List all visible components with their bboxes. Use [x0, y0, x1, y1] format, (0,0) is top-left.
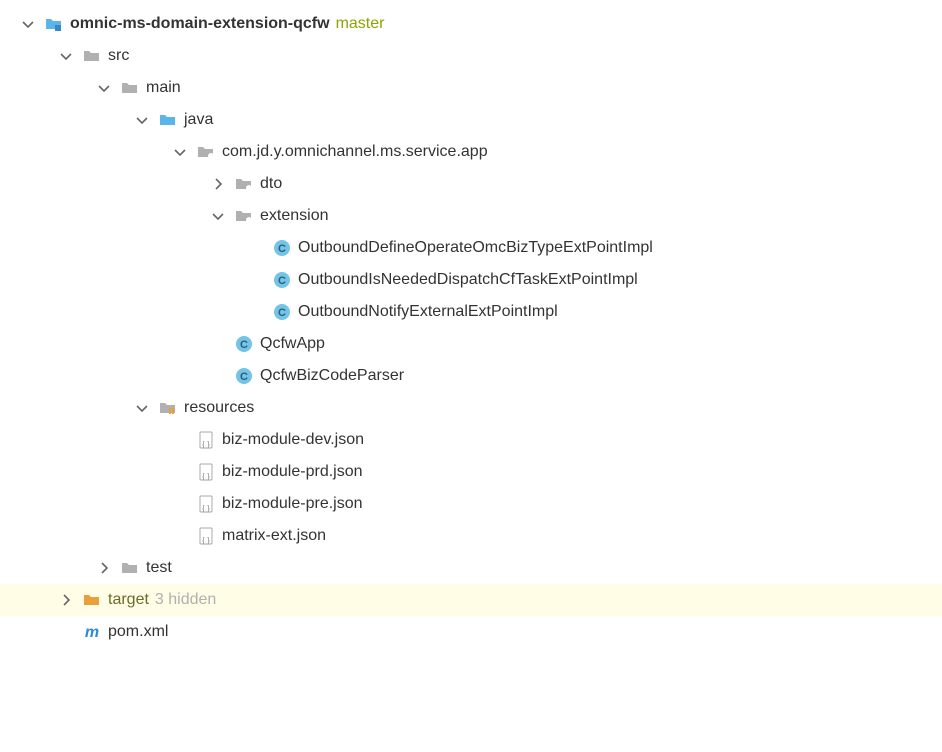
- tree-item-class[interactable]: OutboundDefineOperateOmcBizTypeExtPointI…: [0, 232, 942, 264]
- tree-item-class[interactable]: OutboundNotifyExternalExtPointImpl: [0, 296, 942, 328]
- tree-item-file[interactable]: biz-module-dev.json: [0, 424, 942, 456]
- tree-item-resources[interactable]: resources: [0, 392, 942, 424]
- tree-item-target[interactable]: target 3 hidden: [0, 584, 942, 616]
- class-label: OutboundDefineOperateOmcBizTypeExtPointI…: [298, 239, 653, 257]
- chevron-down-icon[interactable]: [18, 14, 38, 34]
- folder-label: java: [184, 111, 213, 129]
- class-label: OutboundIsNeededDispatchCfTaskExtPointIm…: [298, 271, 638, 289]
- folder-label: src: [108, 47, 129, 65]
- json-file-icon: [196, 430, 216, 450]
- tree-item-class[interactable]: QcfwApp: [0, 328, 942, 360]
- class-label: OutboundNotifyExternalExtPointImpl: [298, 303, 558, 321]
- folder-label: main: [146, 79, 181, 97]
- package-label: com.jd.y.omnichannel.ms.service.app: [222, 143, 488, 161]
- json-file-icon: [196, 494, 216, 514]
- hidden-count: 3 hidden: [155, 591, 216, 609]
- tree-item-package[interactable]: com.jd.y.omnichannel.ms.service.app: [0, 136, 942, 168]
- tree-item-src[interactable]: src: [0, 40, 942, 72]
- class-icon: [272, 270, 292, 290]
- folder-label: resources: [184, 399, 254, 417]
- file-label: biz-module-prd.json: [222, 463, 363, 481]
- class-icon: [234, 366, 254, 386]
- tree-item-dto[interactable]: dto: [0, 168, 942, 200]
- vcs-branch: master: [336, 15, 385, 33]
- tree-item-pom[interactable]: pom.xml: [0, 616, 942, 648]
- chevron-right-icon[interactable]: [56, 590, 76, 610]
- project-tree: omnic-ms-domain-extension-qcfw master sr…: [0, 0, 942, 656]
- tree-item-file[interactable]: biz-module-prd.json: [0, 456, 942, 488]
- class-label: QcfwBizCodeParser: [260, 367, 404, 385]
- chevron-down-icon[interactable]: [208, 206, 228, 226]
- package-icon: [196, 142, 216, 162]
- tree-item-root[interactable]: omnic-ms-domain-extension-qcfw master: [0, 8, 942, 40]
- tree-item-java[interactable]: java: [0, 104, 942, 136]
- tree-item-main[interactable]: main: [0, 72, 942, 104]
- file-label: pom.xml: [108, 623, 168, 641]
- folder-icon: [82, 46, 102, 66]
- class-icon: [272, 238, 292, 258]
- tree-item-file[interactable]: biz-module-pre.json: [0, 488, 942, 520]
- class-label: QcfwApp: [260, 335, 325, 353]
- tree-item-class[interactable]: OutboundIsNeededDispatchCfTaskExtPointIm…: [0, 264, 942, 296]
- package-icon: [234, 174, 254, 194]
- file-label: biz-module-dev.json: [222, 431, 364, 449]
- folder-label: target: [108, 591, 149, 609]
- folder-icon: [120, 78, 140, 98]
- chevron-down-icon[interactable]: [170, 142, 190, 162]
- folder-label: test: [146, 559, 172, 577]
- folder-icon: [120, 558, 140, 578]
- chevron-right-icon[interactable]: [94, 558, 114, 578]
- class-icon: [234, 334, 254, 354]
- file-label: biz-module-pre.json: [222, 495, 363, 513]
- json-file-icon: [196, 462, 216, 482]
- chevron-down-icon[interactable]: [132, 398, 152, 418]
- chevron-right-icon[interactable]: [208, 174, 228, 194]
- tree-item-file[interactable]: matrix-ext.json: [0, 520, 942, 552]
- tree-item-class[interactable]: QcfwBizCodeParser: [0, 360, 942, 392]
- package-label: extension: [260, 207, 329, 225]
- chevron-down-icon[interactable]: [132, 110, 152, 130]
- maven-icon: [82, 622, 102, 642]
- package-icon: [234, 206, 254, 226]
- class-icon: [272, 302, 292, 322]
- project-name: omnic-ms-domain-extension-qcfw: [70, 15, 330, 33]
- package-label: dto: [260, 175, 282, 193]
- chevron-down-icon[interactable]: [94, 78, 114, 98]
- file-label: matrix-ext.json: [222, 527, 326, 545]
- tree-item-extension[interactable]: extension: [0, 200, 942, 232]
- chevron-down-icon[interactable]: [56, 46, 76, 66]
- json-file-icon: [196, 526, 216, 546]
- resources-folder-icon: [158, 398, 178, 418]
- tree-item-test[interactable]: test: [0, 552, 942, 584]
- source-folder-icon: [158, 110, 178, 130]
- excluded-folder-icon: [82, 590, 102, 610]
- module-icon: [44, 14, 64, 34]
